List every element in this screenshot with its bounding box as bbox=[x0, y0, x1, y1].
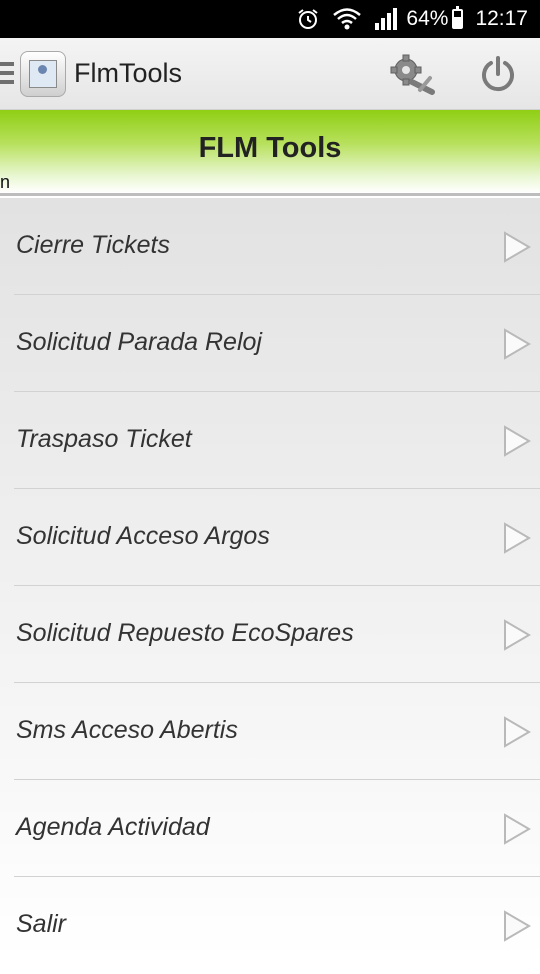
chevron-right-icon bbox=[504, 619, 531, 651]
chevron-right-icon bbox=[504, 328, 531, 360]
menu-item-label: Cierre Tickets bbox=[16, 231, 170, 259]
menu-item-label: Traspaso Ticket bbox=[16, 425, 192, 453]
chevron-right-icon bbox=[504, 813, 531, 845]
menu-item-agenda-actividad[interactable]: Agenda Actividad bbox=[14, 780, 540, 877]
chevron-right-icon bbox=[504, 231, 531, 263]
menu-item-label: Solicitud Acceso Argos bbox=[16, 522, 270, 550]
drawer-icon[interactable] bbox=[0, 62, 14, 84]
menu-item-cierre-tickets[interactable]: Cierre Tickets bbox=[14, 198, 540, 295]
battery-percent: 64% bbox=[406, 7, 449, 30]
menu-item-label: Salir bbox=[16, 910, 67, 938]
wifi-icon bbox=[332, 7, 362, 31]
menu-item-label: Agenda Actividad bbox=[16, 813, 210, 841]
menu-item-solicitud-acceso-argos[interactable]: Solicitud Acceso Argos bbox=[14, 489, 540, 586]
menu-item-label: Solicitud Parada Reloj bbox=[16, 328, 262, 356]
clock-time: 12:17 bbox=[475, 7, 528, 30]
banner-subtitle: n bbox=[0, 172, 11, 192]
header-banner: FLM Tools n bbox=[0, 110, 540, 196]
menu-item-solicitud-repuesto-ecospares[interactable]: Solicitud Repuesto EcoSpares bbox=[14, 586, 540, 683]
chevron-right-icon bbox=[504, 522, 531, 554]
banner-title: FLM Tools bbox=[198, 132, 342, 164]
menu-item-label: Solicitud Repuesto EcoSpares bbox=[16, 619, 354, 647]
action-bar: FlmTools bbox=[0, 38, 540, 110]
menu-item-traspaso-ticket[interactable]: Traspaso Ticket bbox=[14, 392, 540, 489]
app-title: FlmTools bbox=[74, 58, 183, 88]
app-icon[interactable] bbox=[20, 51, 66, 97]
chevron-right-icon bbox=[504, 716, 531, 748]
chevron-right-icon bbox=[504, 910, 531, 942]
battery-level bbox=[454, 16, 462, 27]
battery-icon bbox=[452, 6, 464, 29]
menu-item-salir[interactable]: Salir bbox=[14, 877, 540, 974]
alarm-icon bbox=[296, 7, 320, 31]
menu-item-solicitud-parada-reloj[interactable]: Solicitud Parada Reloj bbox=[14, 295, 540, 392]
menu-list: Cierre Tickets Solicitud Parada Reloj Tr… bbox=[0, 198, 540, 960]
chevron-right-icon bbox=[504, 425, 531, 457]
signal-icon bbox=[374, 7, 398, 31]
status-bar: 64% 12:17 bbox=[0, 0, 540, 38]
menu-item-label: Sms Acceso Abertis bbox=[16, 716, 238, 744]
settings-icon[interactable] bbox=[386, 52, 442, 96]
menu-item-sms-acceso-abertis[interactable]: Sms Acceso Abertis bbox=[14, 683, 540, 780]
power-icon[interactable] bbox=[478, 54, 518, 94]
